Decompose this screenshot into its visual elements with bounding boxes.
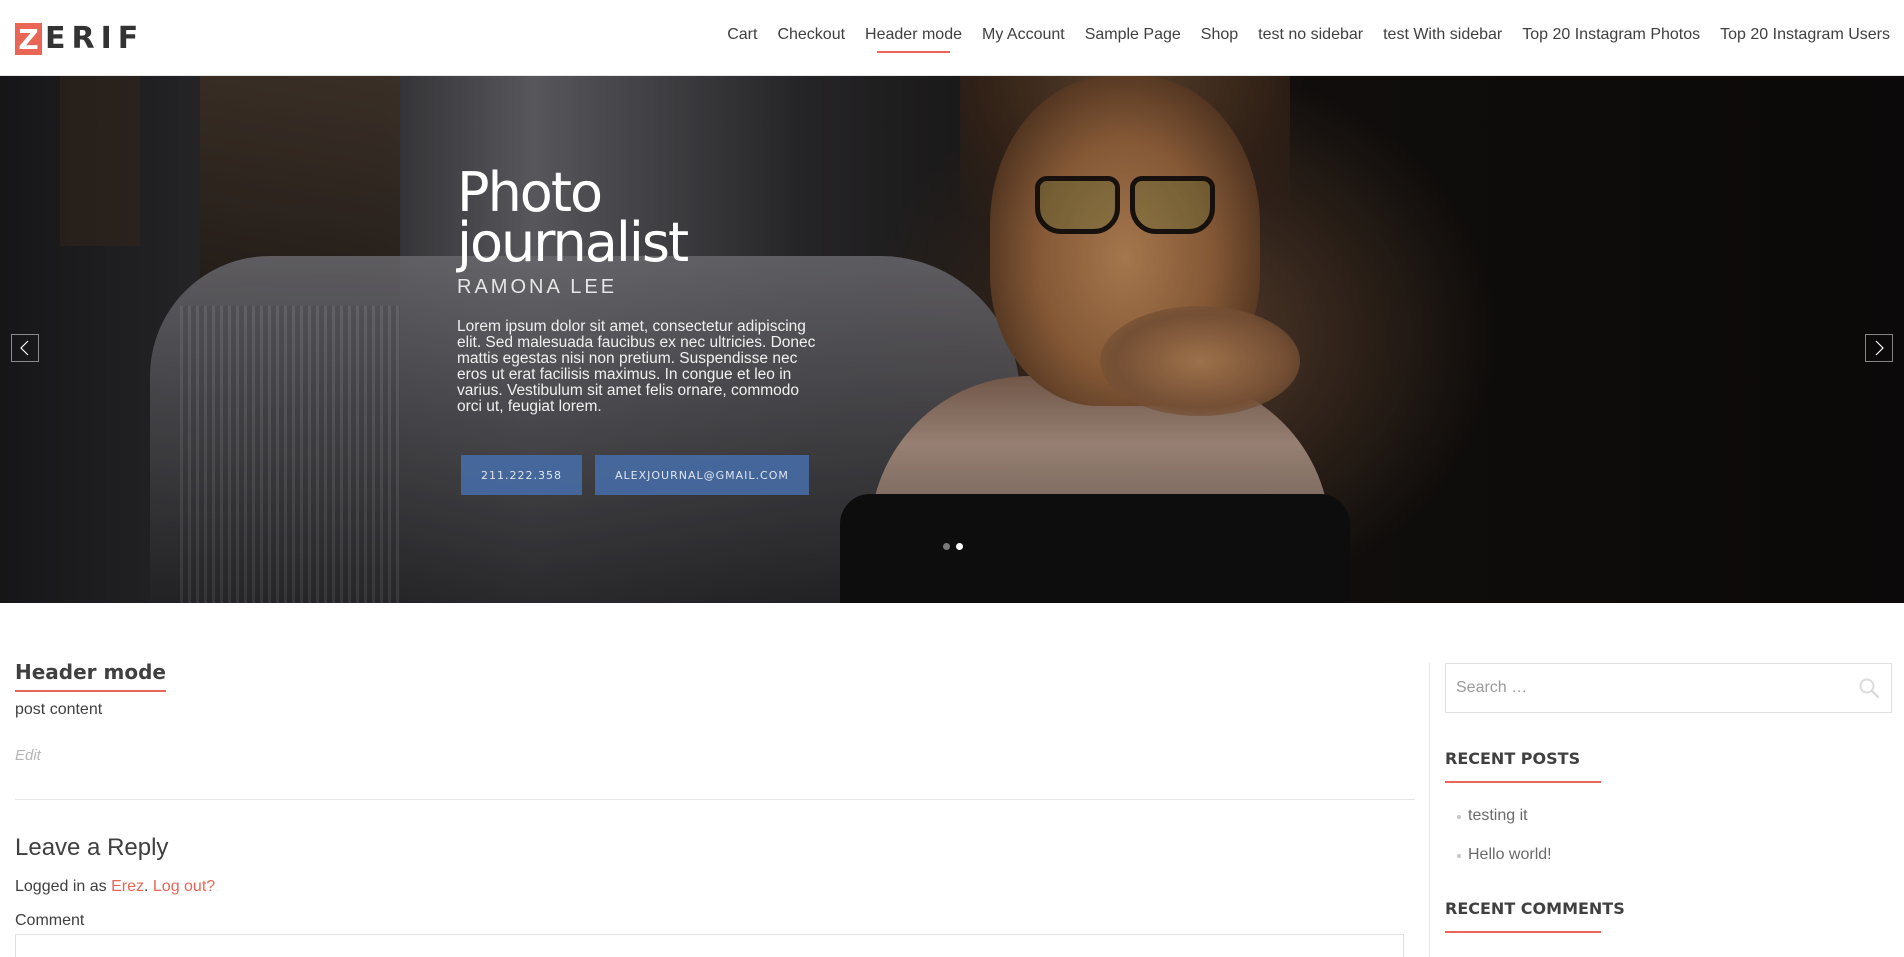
email-button[interactable]: ALEXJOURNAL@GMAIL.COM: [594, 455, 809, 495]
list-bullet: [1457, 854, 1461, 858]
hero-text: Lorem ipsum dolor sit amet, consectetur …: [457, 318, 816, 415]
search-input[interactable]: [1446, 664, 1846, 712]
recent-posts-title: RECENT POSTS: [1445, 749, 1581, 768]
hero-slider: Photo journalist RAMONA LEE Lorem ipsum …: [0, 76, 1904, 603]
nav-item-checkout[interactable]: Checkout: [777, 26, 845, 44]
hero-title: Photo journalist: [457, 166, 817, 274]
list-bullet: [1457, 815, 1461, 819]
slider-dot-2[interactable]: [956, 543, 963, 550]
logged-in-prefix: Logged in as: [15, 878, 112, 895]
phone-button[interactable]: 211.222.358: [461, 455, 582, 495]
sidebar-separator: [1429, 663, 1430, 957]
comment-label: Comment: [15, 912, 85, 929]
site-logo[interactable]: Z ERIF: [15, 21, 145, 56]
site-header: Z ERIF Cart Checkout Header mode My Acco…: [0, 0, 1904, 76]
hero-buttons: 211.222.358 ALEXJOURNAL@GMAIL.COM: [461, 455, 817, 495]
search-form: [1445, 663, 1892, 713]
nav-item-cart[interactable]: Cart: [727, 26, 757, 44]
recent-comments-title: RECENT COMMENTS: [1445, 899, 1625, 918]
comment-textarea[interactable]: [15, 934, 1404, 957]
logged-in-separator: .: [143, 878, 149, 895]
nav-item-top-instagram-users[interactable]: Top 20 Instagram Users: [1720, 26, 1890, 44]
nav-item-sample-page[interactable]: Sample Page: [1085, 26, 1181, 44]
logged-in-text: Logged in as Erez. Log out?: [15, 878, 215, 896]
logo-text: ERIF: [45, 21, 145, 56]
nav-item-test-with-sidebar[interactable]: test With sidebar: [1383, 26, 1502, 44]
hero-overlay: [0, 76, 1904, 603]
reply-title: Leave a Reply: [15, 834, 169, 861]
recent-comments-underline: [1445, 931, 1601, 933]
chevron-right-icon: [1875, 340, 1884, 356]
slider-next-button[interactable]: [1865, 334, 1893, 362]
main-nav: Cart Checkout Header mode My Account Sam…: [707, 26, 1890, 53]
post-title: Header mode: [15, 660, 166, 692]
nav-item-test-no-sidebar[interactable]: test no sidebar: [1258, 26, 1363, 44]
nav-item-top-instagram-photos[interactable]: Top 20 Instagram Photos: [1522, 26, 1700, 44]
recent-post-link[interactable]: Hello world!: [1468, 846, 1552, 864]
recent-post-link[interactable]: testing it: [1468, 807, 1528, 825]
post-content: post content: [15, 701, 103, 718]
logout-link[interactable]: Log out?: [153, 878, 215, 895]
slider-prev-button[interactable]: [11, 334, 39, 362]
hero-content: Photo journalist RAMONA LEE Lorem ipsum …: [457, 166, 817, 495]
recent-posts-underline: [1445, 781, 1601, 783]
nav-item-header-mode[interactable]: Header mode: [865, 26, 962, 53]
edit-link[interactable]: Edit: [15, 747, 41, 764]
hero-title-line2: journalist: [457, 211, 689, 274]
chevron-left-icon: [20, 340, 29, 356]
user-link[interactable]: Erez: [111, 878, 144, 895]
hero-subtitle: RAMONA LEE: [457, 276, 618, 298]
slider-dots: [943, 543, 969, 550]
search-icon[interactable]: [1858, 677, 1880, 699]
nav-item-shop[interactable]: Shop: [1201, 26, 1238, 44]
nav-item-my-account[interactable]: My Account: [982, 26, 1065, 44]
slider-dot-1[interactable]: [943, 543, 950, 550]
logo-mark: Z: [15, 23, 42, 56]
content-divider: [15, 799, 1415, 800]
